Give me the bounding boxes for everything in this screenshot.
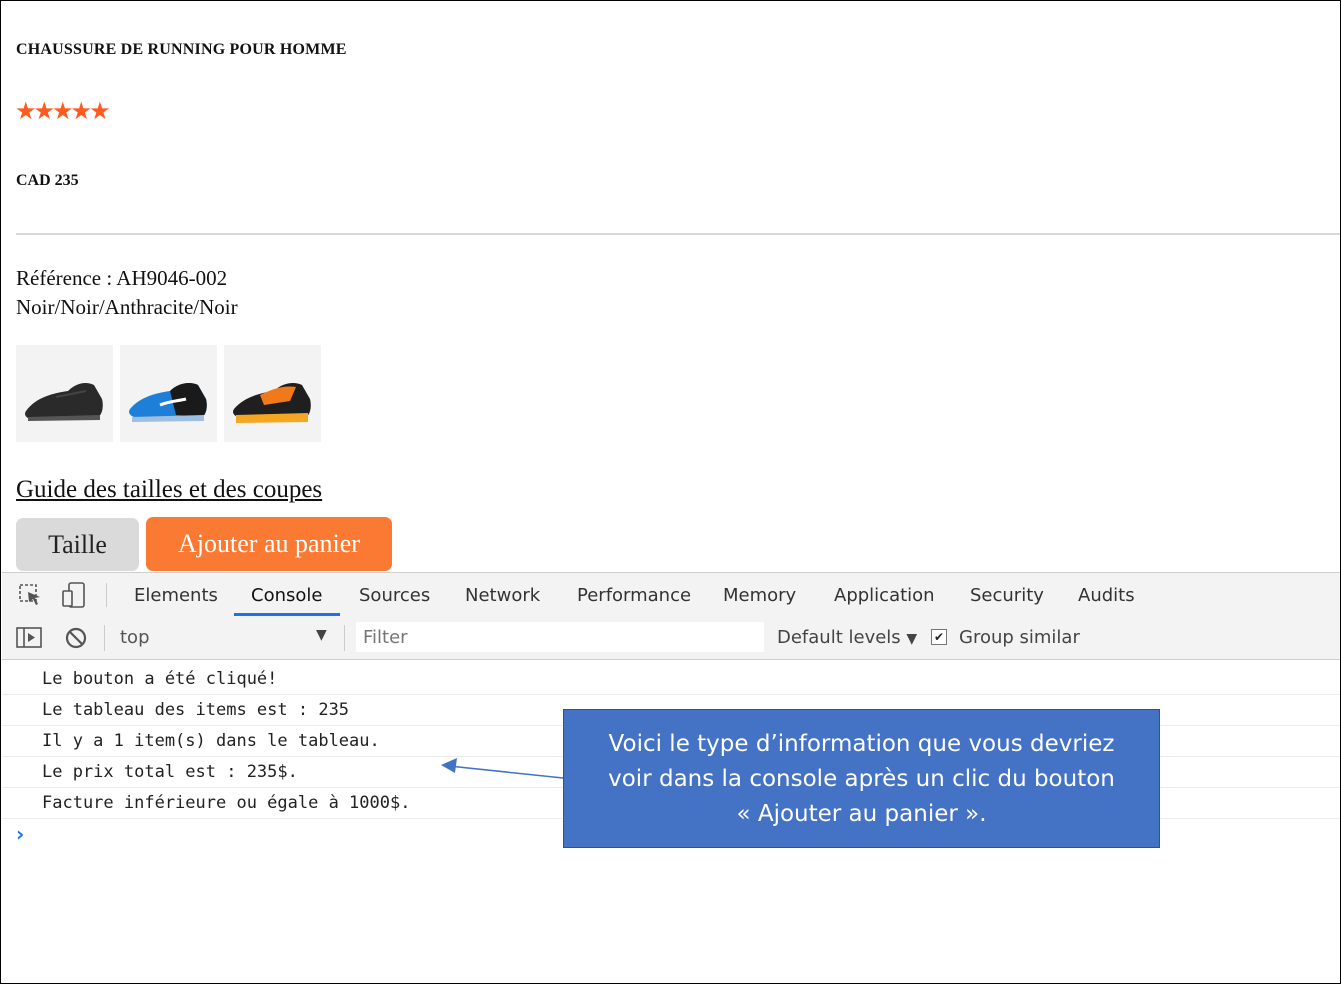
callout-line: voir dans la console après un clic du bo… bbox=[608, 766, 1115, 792]
rating-stars: ★★★★★ bbox=[15, 99, 111, 125]
tab-console[interactable]: Console bbox=[251, 585, 322, 606]
console-message-text: Le prix total est : 235$. bbox=[42, 762, 298, 782]
orange-shoe-image bbox=[233, 383, 311, 423]
annotation-callout: Voici le type d’information que vous dev… bbox=[563, 709, 1160, 848]
tab-memory[interactable]: Memory bbox=[723, 585, 796, 606]
callout-line: Voici le type d’information que vous dev… bbox=[608, 731, 1115, 757]
console-message-text: Facture inférieure ou égale à 1000$. bbox=[42, 793, 411, 813]
log-levels-label: Default levels bbox=[777, 627, 901, 648]
context-selector[interactable]: top bbox=[120, 627, 150, 648]
log-levels-dropdown[interactable]: Default levels ▼ bbox=[777, 627, 917, 648]
product-colors: Noir/Noir/Anthracite/Noir bbox=[16, 295, 238, 319]
toolbar-divider bbox=[106, 583, 107, 607]
tab-audits[interactable]: Audits bbox=[1078, 585, 1135, 606]
tab-sources[interactable]: Sources bbox=[359, 585, 430, 606]
console-message-text: Il y a 1 item(s) dans le tableau. bbox=[42, 731, 380, 751]
product-details: Référence : AH9046-002 Noir/Noir/Anthrac… bbox=[16, 264, 238, 322]
tab-application[interactable]: Application bbox=[834, 585, 935, 606]
page-frame: CHAUSSURE DE RUNNING POUR HOMME ★★★★★ CA… bbox=[0, 0, 1341, 984]
blue-shoe-image bbox=[129, 383, 207, 422]
callout-line: « Ajouter au panier ». bbox=[736, 801, 987, 827]
console-prompt[interactable]: › bbox=[16, 822, 24, 846]
group-similar-label: Group similar bbox=[959, 627, 1080, 648]
size-button[interactable]: Taille bbox=[16, 518, 139, 571]
tab-elements[interactable]: Elements bbox=[134, 585, 218, 606]
devtools-tab-bar: Elements Console Sources Network Perform… bbox=[2, 572, 1340, 617]
group-similar-checkbox[interactable]: ✔ bbox=[931, 629, 947, 645]
clear-console-icon[interactable] bbox=[65, 627, 87, 653]
thumbnail-black-shoe[interactable] bbox=[16, 345, 113, 442]
console-toolbar: top ▼ Default levels ▼ ✔ Group similar bbox=[2, 616, 1340, 660]
thumbnail-gallery bbox=[16, 345, 321, 442]
toolbar-divider bbox=[104, 625, 105, 651]
tab-performance[interactable]: Performance bbox=[577, 585, 691, 606]
console-message: Le bouton a été cliqué! bbox=[2, 664, 1340, 695]
toolbar-divider bbox=[344, 625, 345, 651]
console-message-text: Le bouton a été cliqué! bbox=[42, 669, 278, 689]
tab-security[interactable]: Security bbox=[970, 585, 1044, 606]
size-guide-link[interactable]: Guide des tailles et des coupes bbox=[16, 476, 322, 504]
inspect-element-icon[interactable] bbox=[19, 584, 43, 610]
product-price: CAD 235 bbox=[16, 172, 79, 189]
product-title: CHAUSSURE DE RUNNING POUR HOMME bbox=[16, 41, 347, 58]
tab-network[interactable]: Network bbox=[465, 585, 540, 606]
thumbnail-orange-shoe[interactable] bbox=[224, 345, 321, 442]
device-toolbar-icon[interactable] bbox=[62, 582, 86, 612]
filter-input[interactable] bbox=[356, 622, 764, 652]
black-shoe-image bbox=[25, 383, 103, 421]
divider bbox=[16, 233, 1340, 235]
callout-arrow bbox=[441, 758, 564, 779]
add-to-cart-button[interactable]: Ajouter au panier bbox=[146, 517, 392, 571]
show-sidebar-icon[interactable] bbox=[16, 627, 42, 653]
thumbnail-blue-shoe[interactable] bbox=[120, 345, 217, 442]
product-reference: Référence : AH9046-002 bbox=[16, 266, 228, 290]
chevron-down-icon[interactable]: ▼ bbox=[316, 627, 327, 643]
console-message-text: Le tableau des items est : 235 bbox=[42, 700, 350, 720]
chevron-down-icon: ▼ bbox=[906, 631, 918, 647]
